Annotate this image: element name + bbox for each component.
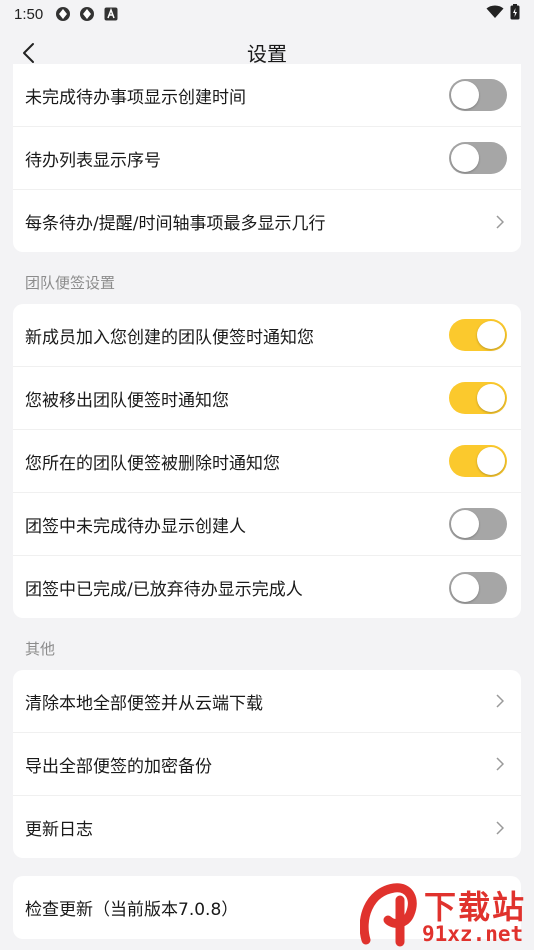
setting-row-redownload[interactable]: 清除本地全部便签并从云端下载 [13,670,521,733]
toggle-knob [477,384,505,412]
setting-label: 团签中已完成/已放弃待办显示完成人 [25,580,303,600]
section-header-other: 其他 [25,640,56,658]
status-time: 1:50 [14,5,44,23]
battery-icon [510,4,520,24]
section-header-team: 团队便签设置 [25,274,116,292]
toggle-knob [451,573,479,602]
app-notification-icon [55,6,71,22]
back-arrow-icon [23,43,34,63]
setting-label: 待办列表显示序号 [25,150,161,171]
show-creator-toggle[interactable] [449,508,507,540]
setting-row-deleted-notify: 您所在的团队便签被删除时通知您 [13,430,521,493]
setting-label: 团签中未完成待办显示创建人 [25,516,246,537]
setting-row-show-list-numbers: 待办列表显示序号 [13,127,521,190]
chevron-right-icon [493,694,507,708]
watermark-logo: 下载站 91xz.net [359,880,528,948]
status-bar: 1:50 [0,0,534,28]
watermark-emblem-icon [359,883,417,947]
chevron-right-icon [493,820,507,835]
setting-row-show-created-time: 未完成待办事项显示创建时间 [13,64,521,127]
setting-label: 更新日志 [25,820,93,840]
watermark-url: 91xz.net [422,922,524,946]
removed-notify-toggle[interactable] [449,382,507,414]
toggle-knob [451,81,479,109]
other-settings-card: 清除本地全部便签并从云端下载 导出全部便签的加密备份 更新日志 [13,670,521,858]
a-notification-icon [103,6,119,22]
show-created-time-toggle[interactable] [449,79,507,111]
wifi-icon [486,5,504,23]
deleted-notify-toggle[interactable] [449,445,507,477]
new-member-notify-toggle[interactable] [449,319,507,351]
toggle-knob [477,447,505,475]
setting-row-changelog[interactable]: 更新日志 [13,796,521,858]
general-settings-card: 未完成待办事项显示创建时间 待办列表显示序号 每条待办/提醒/时间轴事项最多显示… [13,64,521,252]
app-notification-icon [79,6,95,22]
toggle-knob [451,144,479,172]
setting-label: 清除本地全部便签并从云端下载 [25,693,263,714]
toggle-knob [451,510,479,538]
setting-row-max-lines[interactable]: 每条待办/提醒/时间轴事项最多显示几行 [13,190,521,252]
chevron-right-icon [493,757,507,771]
setting-label: 新成员加入您创建的团队便签时通知您 [25,327,314,348]
setting-label: 您所在的团队便签被删除时通知您 [25,453,280,474]
setting-label: 每条待办/提醒/时间轴事项最多显示几行 [25,214,326,234]
chevron-right-icon [493,214,507,229]
page-title: 设置 [247,41,287,66]
setting-row-show-completer: 团签中已完成/已放弃待办显示完成人 [13,556,521,618]
setting-row-export-backup[interactable]: 导出全部便签的加密备份 [13,733,521,796]
setting-label: 未完成待办事项显示创建时间 [25,87,246,108]
setting-label: 导出全部便签的加密备份 [25,756,212,777]
show-list-numbers-toggle[interactable] [449,142,507,174]
setting-row-removed-notify: 您被移出团队便签时通知您 [13,367,521,430]
toggle-knob [477,321,505,349]
team-settings-card: 新成员加入您创建的团队便签时通知您 您被移出团队便签时通知您 您所在的团队便签被… [13,304,521,618]
setting-row-show-creator: 团签中未完成待办显示创建人 [13,493,521,556]
setting-label: 您被移出团队便签时通知您 [25,390,229,411]
show-completer-toggle[interactable] [449,571,507,604]
setting-row-new-member-notify: 新成员加入您创建的团队便签时通知您 [13,304,521,367]
